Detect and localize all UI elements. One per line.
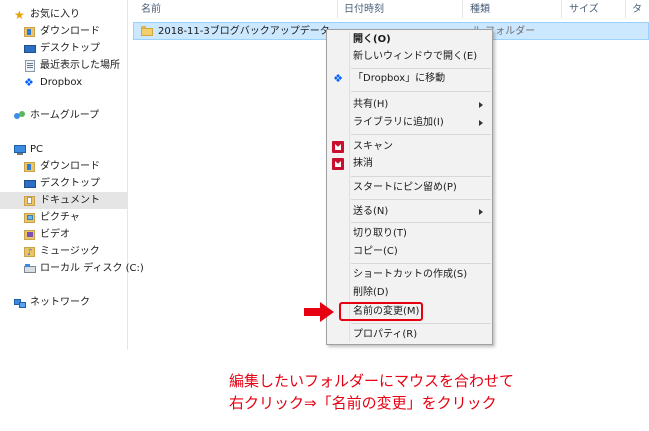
menu-item-shred[interactable]: 抹消 [353,156,373,172]
nav-item-local-disk[interactable]: ローカル ディスク (C:) [24,260,144,277]
nav-item-label: ドキュメント [40,195,100,206]
nav-item-favorites[interactable]: ★ お気に入り [14,6,80,23]
nav-item-label: ホームグループ [30,110,100,121]
submenu-arrow-icon [479,102,483,108]
nav-item-label: PC [30,144,44,155]
nav-item-label: ローカル ディスク (C:) [40,263,144,274]
menu-item-open[interactable]: 開く(O) [353,32,391,48]
nav-item-label: Dropbox [40,77,83,88]
submenu-arrow-icon [479,120,483,126]
desktop-folder-icon [24,178,36,190]
nav-item-network[interactable]: ネットワーク [14,294,90,311]
nav-item-label: ダウンロード [40,161,100,172]
nav-item-dropbox[interactable]: ❖ Dropbox [24,74,82,91]
nav-item-label: ダウンロード [40,26,100,37]
instruction-line-1: 編集したいフォルダーにマウスを合わせて [229,372,515,390]
desktop-icon [24,43,36,55]
menu-item-cut[interactable]: 切り取り(T) [353,226,407,242]
column-header-date[interactable]: 日付時刻 [344,3,384,17]
nav-item-label: ビデオ [40,229,70,240]
column-header-type[interactable]: 種類 [470,3,490,17]
menu-separator [351,176,491,177]
nav-item-label: デスクトップ [40,178,100,189]
dropbox-icon: ❖ [24,75,34,89]
menu-separator [351,263,491,264]
instruction-line-2: 右クリック⇒「名前の変更」をクリック [229,394,497,412]
dropbox-icon: ❖ [333,72,343,85]
nav-item-pictures[interactable]: ピクチャ [24,209,80,226]
context-menu: 開く(O) 新しいウィンドウで開く(E) ❖ 「Dropbox」に移動 共有(H… [326,29,493,345]
pc-icon [14,144,26,156]
nav-item-label: ミュージック [40,246,100,257]
nav-item-recent-places[interactable]: 最近表示した場所 [24,57,120,74]
menu-item-pin-to-start[interactable]: スタートにピン留め(P) [353,180,457,196]
nav-item-homegroup[interactable]: ホームグループ [14,107,99,124]
menu-gutter-divider [349,32,350,342]
menu-item-open-new-window[interactable]: 新しいウィンドウで開く(E) [353,49,477,65]
submenu-arrow-icon [479,209,483,215]
column-header-size[interactable]: サイズ [569,3,599,17]
menu-item-delete[interactable]: 削除(D) [353,285,389,301]
menu-item-scan[interactable]: スキャン [353,139,393,155]
menu-item-dropbox-move[interactable]: 「Dropbox」に移動 [353,71,445,87]
downloads-folder-icon [24,26,36,38]
column-divider[interactable] [462,0,463,18]
rename-highlight-box [339,302,423,321]
menu-separator [351,68,491,69]
column-divider[interactable] [561,0,562,18]
mcafee-shield-icon [332,141,344,153]
music-folder-icon [24,245,36,262]
videos-folder-icon [24,229,36,241]
menu-item-copy[interactable]: コピー(C) [353,244,398,260]
folder-icon [141,26,153,36]
menu-separator [351,222,491,223]
column-header-extra[interactable]: タ [632,3,642,17]
documents-folder-icon [24,195,36,207]
column-divider[interactable] [337,0,338,18]
pictures-folder-icon [24,212,36,224]
recent-places-icon [24,59,36,72]
menu-item-add-to-library[interactable]: ライブラリに追加(I) [353,115,444,131]
homegroup-icon [14,110,26,122]
nav-item-label: ピクチャ [40,212,80,223]
column-header-name[interactable]: 名前 [141,3,161,17]
menu-separator [351,134,491,135]
column-headers: 名前 日付時刻 種類 サイズ タ [128,0,649,20]
red-arrow-icon [304,302,334,322]
nav-item-music[interactable]: ミュージック [24,243,100,262]
local-disk-icon [24,263,36,275]
file-name: 2018-11-3ブログバックアップデータ [158,26,330,37]
mcafee-shield-icon [332,158,344,170]
downloads-folder-icon [24,161,36,173]
nav-item-pc-downloads[interactable]: ダウンロード [24,158,100,175]
nav-item-videos[interactable]: ビデオ [24,226,70,243]
menu-item-share[interactable]: 共有(H) [353,97,388,113]
nav-item-label: お気に入り [30,9,80,20]
menu-item-create-shortcut[interactable]: ショートカットの作成(S) [353,267,467,283]
nav-item-pc[interactable]: PC [14,141,43,158]
nav-item-desktop[interactable]: デスクトップ [24,40,100,57]
menu-separator [351,323,491,324]
nav-item-label: ネットワーク [30,297,90,308]
menu-separator [351,91,491,92]
instruction-caption: 編集したいフォルダーにマウスを合わせて 右クリック⇒「名前の変更」をクリック [229,370,514,414]
navigation-pane: ★ お気に入り ダウンロード デスクトップ 最近表示した場所 ❖ Dropbox… [0,0,144,350]
nav-item-downloads[interactable]: ダウンロード [24,23,100,40]
nav-item-pc-desktop[interactable]: デスクトップ [24,175,100,192]
nav-item-label: デスクトップ [40,43,100,54]
network-icon [14,297,26,309]
menu-separator [351,199,491,200]
star-icon: ★ [14,7,25,22]
menu-item-properties[interactable]: プロパティ(R) [353,327,417,343]
menu-item-send-to[interactable]: 送る(N) [353,204,388,220]
nav-item-label: 最近表示した場所 [40,60,120,71]
nav-item-documents[interactable]: ドキュメント [0,192,127,209]
column-divider[interactable] [625,0,626,18]
